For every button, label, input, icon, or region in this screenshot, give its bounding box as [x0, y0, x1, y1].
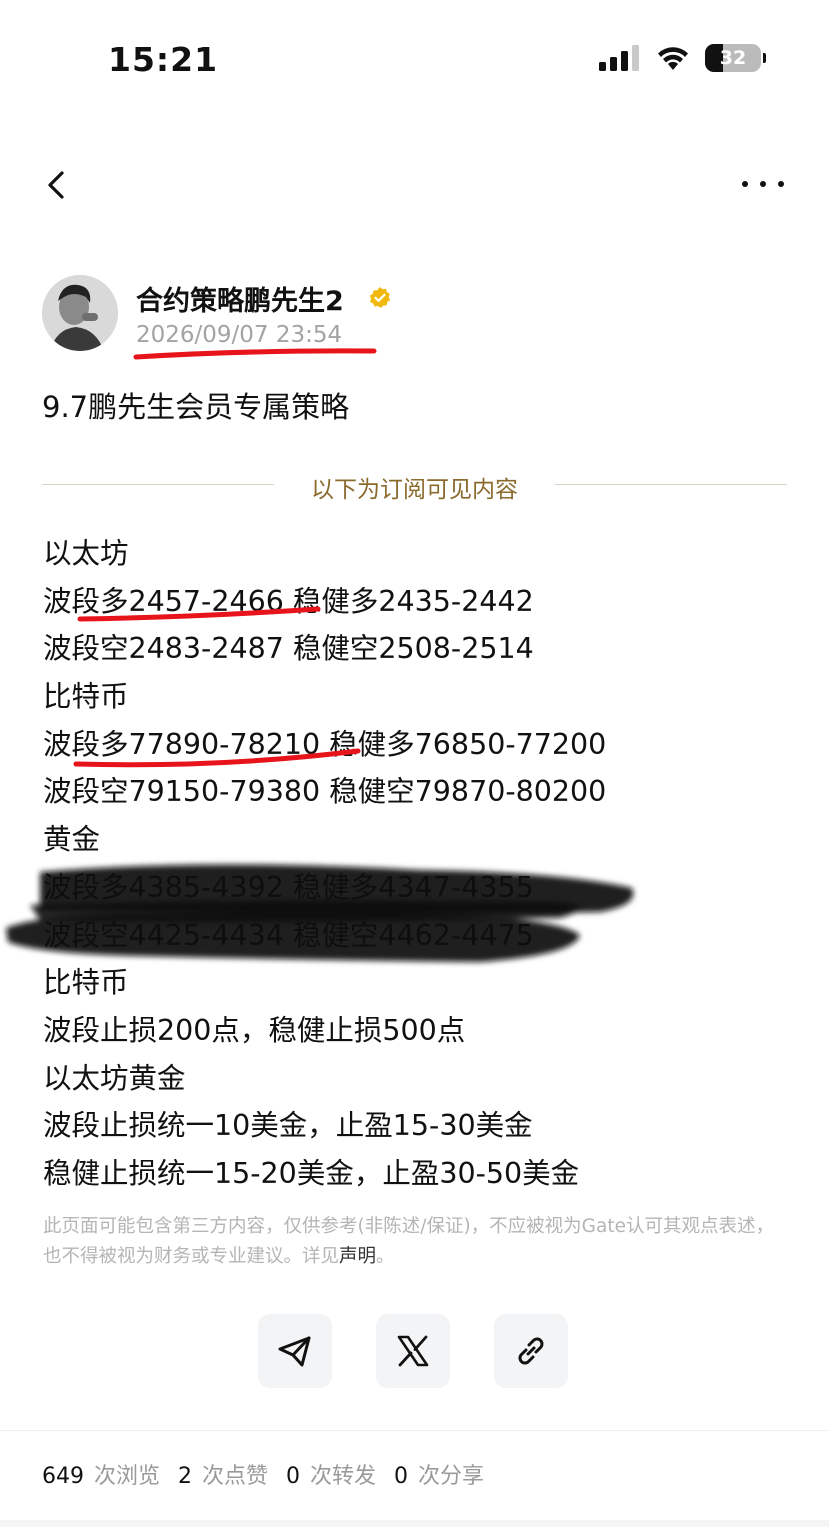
signal-icon: [599, 45, 639, 71]
nav-bar: [0, 155, 829, 215]
content-line: 波段止损统一10美金，止盈15-30美金: [43, 1109, 533, 1143]
likes-count: 2: [178, 1464, 193, 1489]
disclaimer-link[interactable]: 声明: [339, 1246, 376, 1267]
back-button[interactable]: [40, 163, 80, 207]
shares-label: 次分享: [418, 1464, 485, 1489]
shares-count: 0: [394, 1464, 409, 1489]
status-time: 15:21: [108, 40, 219, 79]
share-link-button[interactable]: [494, 1314, 568, 1388]
share-row: [258, 1314, 572, 1388]
telegram-icon: [278, 1336, 311, 1367]
divider-line-right: [555, 484, 787, 485]
content-line: 波段止损200点，稳健止损500点: [43, 1013, 466, 1047]
content-line-redacted: 波段空4425-4434 稳健空4462-4475: [43, 918, 534, 952]
post-title: 9.7鹏先生会员专属策略: [42, 390, 350, 424]
x-logo-icon: [397, 1335, 429, 1367]
stats-divider: [0, 1430, 829, 1431]
views-label: 次浏览: [94, 1464, 161, 1489]
content-line: 比特币: [43, 966, 129, 1000]
chevron-left-icon: [48, 171, 64, 199]
subscription-label: 以下为订阅可见内容: [311, 477, 518, 503]
author-name[interactable]: 合约策略鹏先生2: [136, 279, 344, 318]
bottom-strip: [0, 1520, 829, 1527]
avatar[interactable]: [42, 275, 118, 351]
reposts-label: 次转发: [310, 1464, 377, 1489]
views-count: 649: [42, 1464, 84, 1489]
post-stats: 649 次浏览 2 次点赞 0 次转发 0 次分享: [42, 1458, 502, 1490]
content-line: 比特币: [43, 680, 129, 714]
reposts-count: 0: [286, 1464, 301, 1489]
disclaimer-text: 此页面可能包含第三方内容，仅供参考(非陈述/保证)，不应被视为Gate认可其观点…: [43, 1216, 774, 1267]
content-line: 波段空2483-2487 稳健空2508-2514: [43, 632, 534, 666]
verified-badge-icon: [369, 287, 391, 308]
content-line: 以太坊: [43, 537, 129, 570]
likes-label: 次点赞: [202, 1464, 269, 1489]
post-timestamp: 2026/09/07 23:54: [136, 322, 343, 348]
disclaimer: 此页面可能包含第三方内容，仅供参考(非陈述/保证)，不应被视为Gate认可其观点…: [43, 1212, 788, 1272]
content-line: 波段空79150-79380 稳健空79870-80200: [43, 775, 607, 809]
more-dots-icon: [742, 181, 784, 187]
post-content: 以太坊 波段多2457-2466 稳健多2435-2442 波段空2483-24…: [43, 530, 783, 1198]
author-block: 合约策略鹏先生2 2026/09/07 23:54: [42, 275, 782, 355]
content-line: 黄金: [43, 823, 101, 857]
wifi-icon: [658, 47, 688, 70]
battery-icon: 32: [705, 44, 766, 72]
content-line: 波段多77890-78210 稳健多76850-77200: [43, 727, 607, 761]
content-line-redacted: 波段多4385-4392 稳健多4347-4355: [43, 870, 534, 904]
link-icon: [518, 1337, 544, 1365]
share-telegram-button[interactable]: [258, 1314, 332, 1388]
more-button[interactable]: [741, 169, 785, 199]
battery-level: 32: [719, 47, 747, 69]
status-bar: 15:21 32: [0, 0, 829, 120]
avatar-portrait: [42, 275, 118, 351]
share-x-button[interactable]: [376, 1314, 450, 1388]
subscription-divider: 以下为订阅可见内容: [42, 470, 787, 503]
disclaimer-end: 。: [376, 1246, 395, 1267]
status-icons: 32: [599, 44, 766, 72]
content-line: 波段多2457-2466 稳健多2435-2442: [43, 584, 534, 618]
content-line: 稳健止损统一15-20美金，止盈30-50美金: [43, 1156, 580, 1190]
content-line: 以太坊黄金: [43, 1061, 186, 1095]
